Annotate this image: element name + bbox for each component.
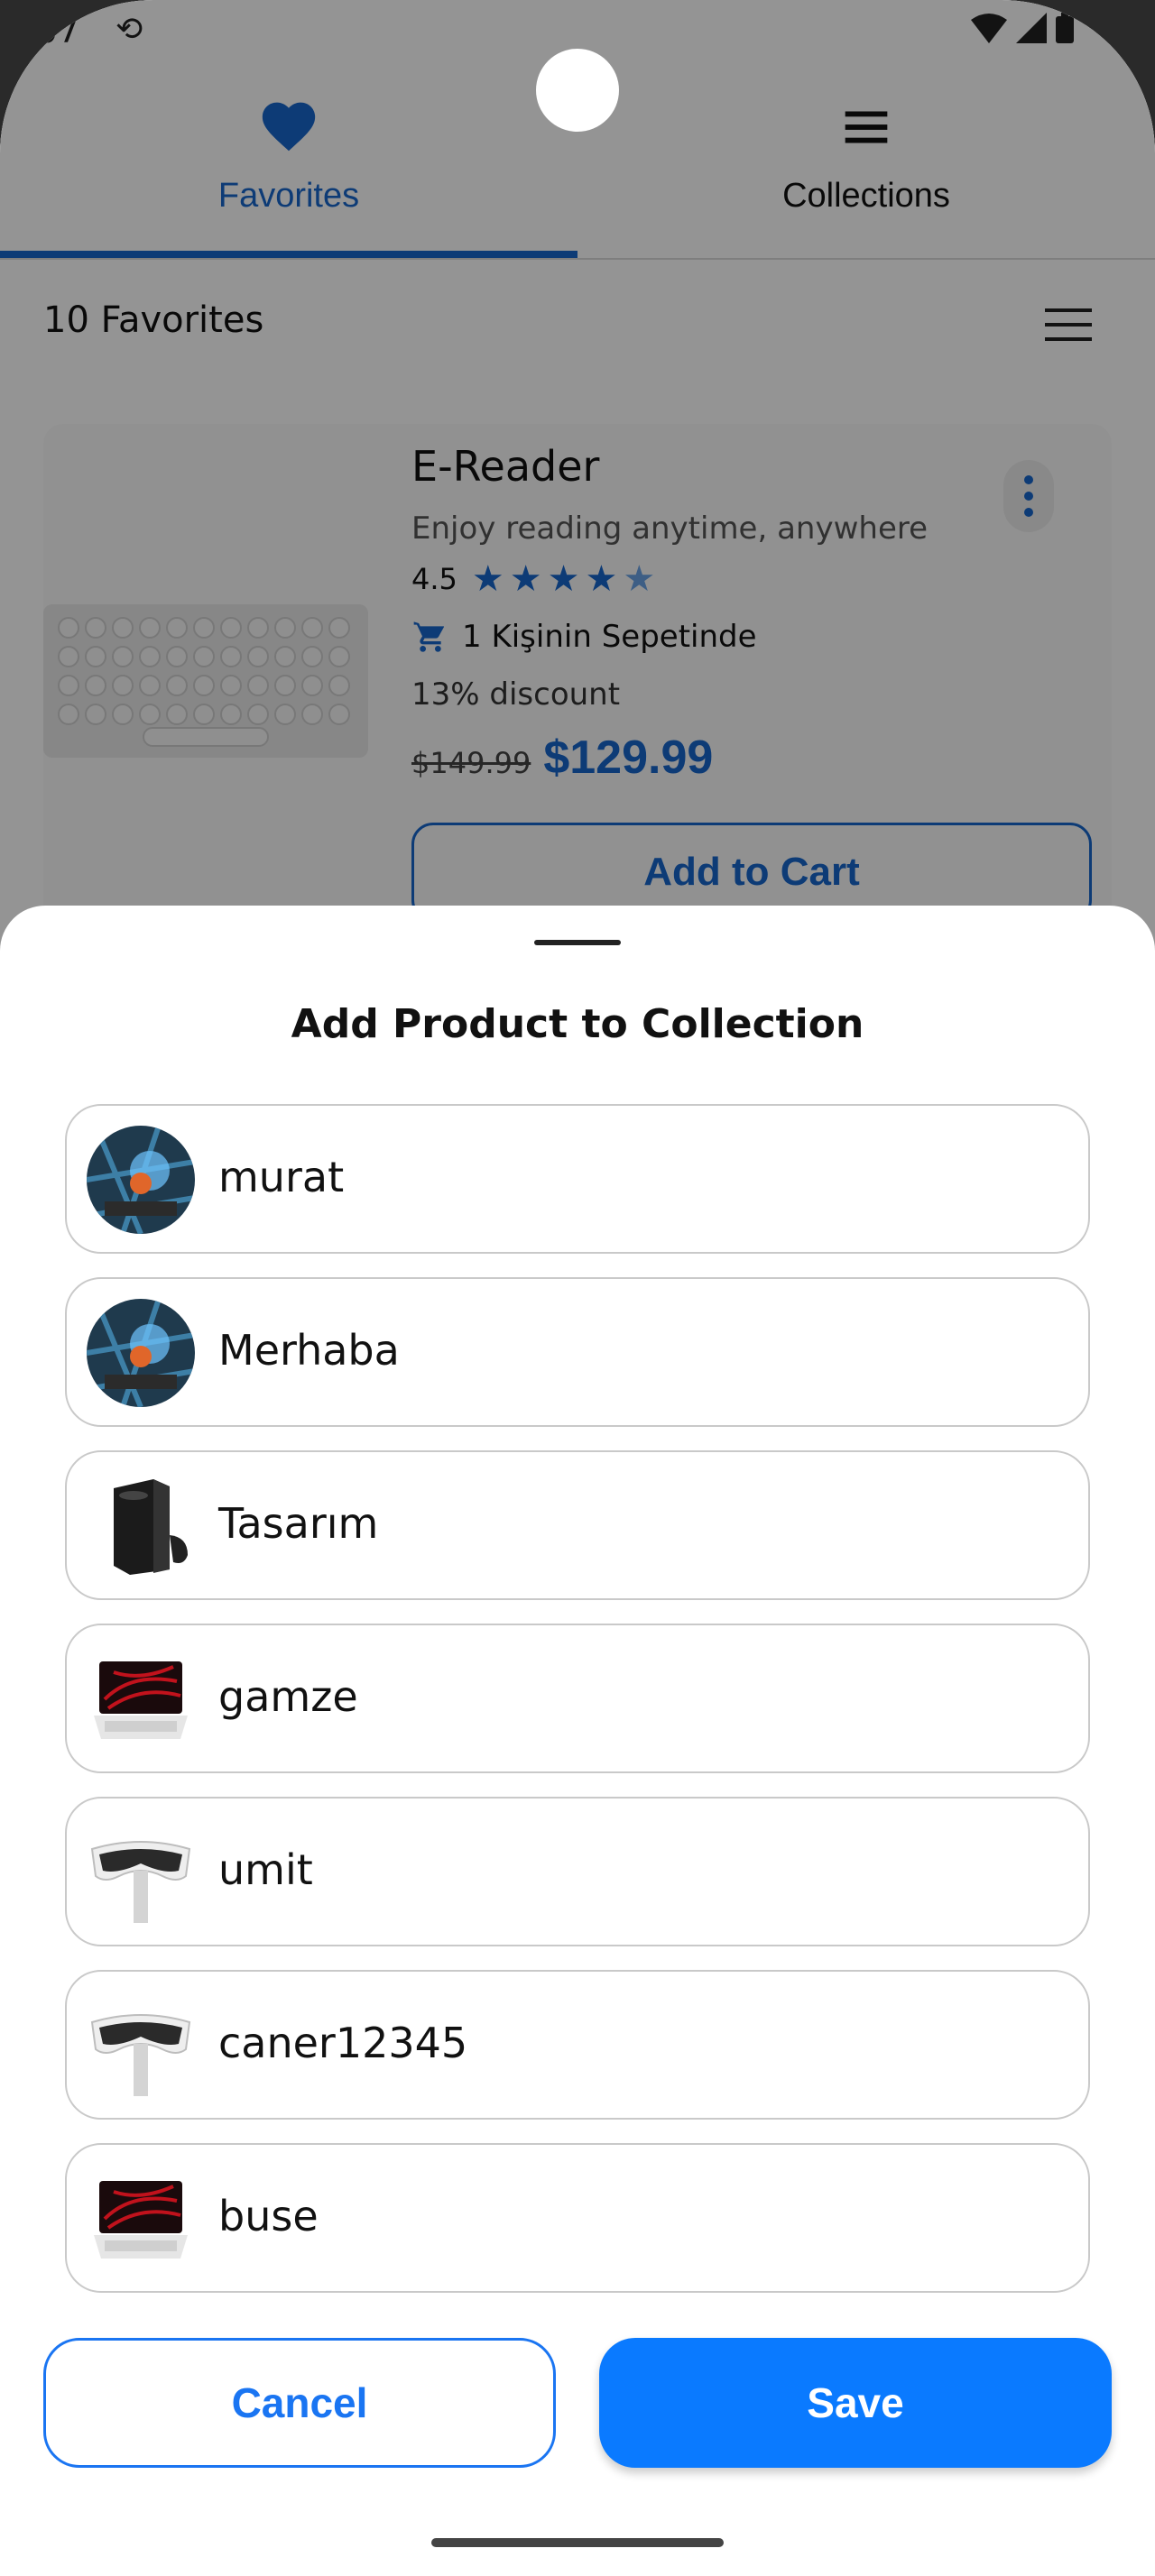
camera-cutout <box>536 49 619 132</box>
collection-thumbnail <box>87 1472 195 1580</box>
collection-item[interactable]: caner12345 <box>65 1970 1090 2120</box>
cancel-button[interactable]: Cancel <box>43 2338 556 2468</box>
collection-item[interactable]: gamze <box>65 1624 1090 1773</box>
collection-item[interactable]: Tasarım <box>65 1450 1090 1600</box>
collection-thumbnail <box>87 1992 195 2100</box>
collection-name: caner12345 <box>218 2019 468 2067</box>
collection-item[interactable]: murat <box>65 1104 1090 1254</box>
sheet-title: Add Product to Collection <box>291 1001 864 1047</box>
collection-thumbnail <box>87 2165 195 2273</box>
phone-screen: 07 ⟲ Favorites Collections 10 Favorites … <box>0 0 1155 2576</box>
drag-handle[interactable] <box>534 940 621 945</box>
collection-item[interactable]: buse <box>65 2143 1090 2293</box>
collection-thumbnail <box>87 1818 195 1927</box>
collection-name: Tasarım <box>218 1499 379 1548</box>
collection-name: buse <box>218 2192 319 2240</box>
collection-name: gamze <box>218 1672 358 1721</box>
collection-name: Merhaba <box>218 1326 400 1375</box>
collection-name: umit <box>218 1845 313 1894</box>
collection-name: murat <box>218 1153 345 1201</box>
collection-item[interactable]: umit <box>65 1797 1090 1946</box>
collection-item[interactable]: Merhaba <box>65 1277 1090 1427</box>
collection-list: murat Merhaba Tasarım gamze umit caner12… <box>65 1104 1090 2316</box>
collection-thumbnail <box>87 1299 195 1407</box>
add-to-collection-sheet: Add Product to Collection murat Merhaba … <box>0 906 1155 2576</box>
save-button[interactable]: Save <box>599 2338 1112 2468</box>
collection-thumbnail <box>87 1126 195 1234</box>
collection-thumbnail <box>87 1645 195 1753</box>
sheet-actions: Cancel Save <box>43 2338 1112 2468</box>
home-indicator[interactable] <box>431 2538 724 2547</box>
